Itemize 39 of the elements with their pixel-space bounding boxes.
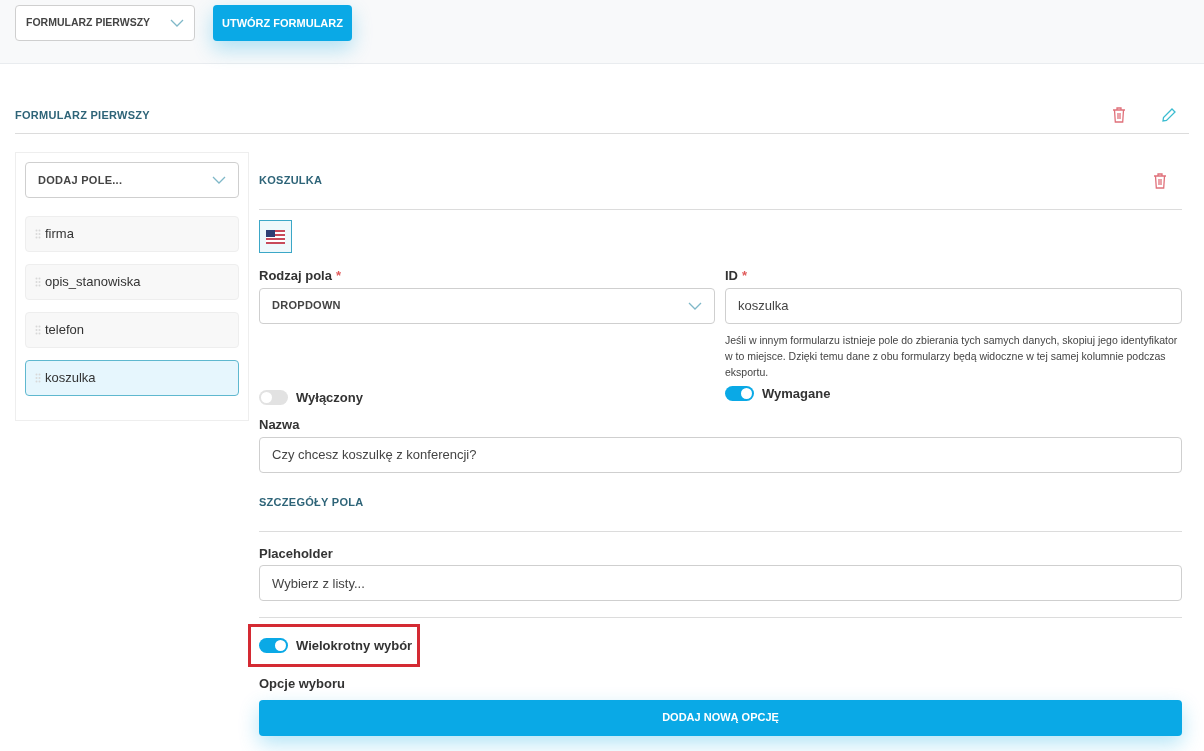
id-help-text: Jeśli w innym formularzu istnieje pole do zbierania tych samych danych, skopiuj jego identyfikator w to miejsce. Dzięki temu dane z obu formularzy będą widoczne w tej samej kolumnie podczas eksportu. (725, 332, 1179, 380)
trash-icon[interactable] (1112, 107, 1126, 123)
toggle-label: Wymagane (762, 384, 831, 403)
toggle-label: Wyłączony (296, 388, 363, 407)
drag-handle-icon[interactable] (35, 373, 41, 383)
field-list-item[interactable]: koszulka (25, 360, 239, 396)
field-type-select[interactable]: DROPDOWN (259, 287, 715, 324)
toggle-switch[interactable] (259, 389, 288, 405)
name-field[interactable]: Czy chcesz koszulkę z konferencji? (259, 436, 1182, 473)
field-title: KOSZULKA (259, 173, 323, 189)
toggle-switch[interactable] (725, 385, 754, 401)
add-field-select[interactable]: DODAJ POLE... (25, 162, 239, 198)
field-label: ID (725, 267, 738, 285)
edit-icon[interactable] (1161, 107, 1177, 123)
chevron-down-icon (212, 176, 226, 184)
chevron-down-icon (170, 19, 184, 27)
field-list-item[interactable]: firma (25, 216, 239, 252)
placeholder-field[interactable]: Wybierz z listy... (259, 565, 1182, 601)
drag-handle-icon[interactable] (35, 325, 41, 335)
field-list-item[interactable]: telefon (25, 312, 239, 348)
language-flag-button[interactable] (259, 220, 292, 253)
drag-handle-icon[interactable] (35, 229, 41, 239)
toggle-label: Wielokrotny wybór (296, 637, 413, 655)
section-title: SZCZEGÓŁY POLA (259, 495, 364, 511)
id-field[interactable]: koszulka (725, 287, 1182, 324)
form-select[interactable]: FORMULARZ PIERWSZY (15, 5, 195, 41)
required-mark: * (742, 267, 748, 285)
form-title: FORMULARZ PIERWSZY (15, 107, 150, 123)
chevron-down-icon (688, 301, 702, 310)
field-label: Rodzaj pola (259, 267, 332, 285)
field-label: Opcje wyboru (259, 675, 345, 693)
drag-handle-icon[interactable] (35, 277, 41, 287)
field-label: Nazwa (259, 416, 300, 434)
required-mark: * (335, 267, 341, 285)
field-label: Placeholder (259, 544, 333, 563)
trash-icon[interactable] (1153, 172, 1167, 189)
us-flag-icon (266, 229, 285, 244)
toggle-switch[interactable] (259, 638, 288, 654)
field-list-item[interactable]: opis_stanowiska (25, 264, 239, 300)
